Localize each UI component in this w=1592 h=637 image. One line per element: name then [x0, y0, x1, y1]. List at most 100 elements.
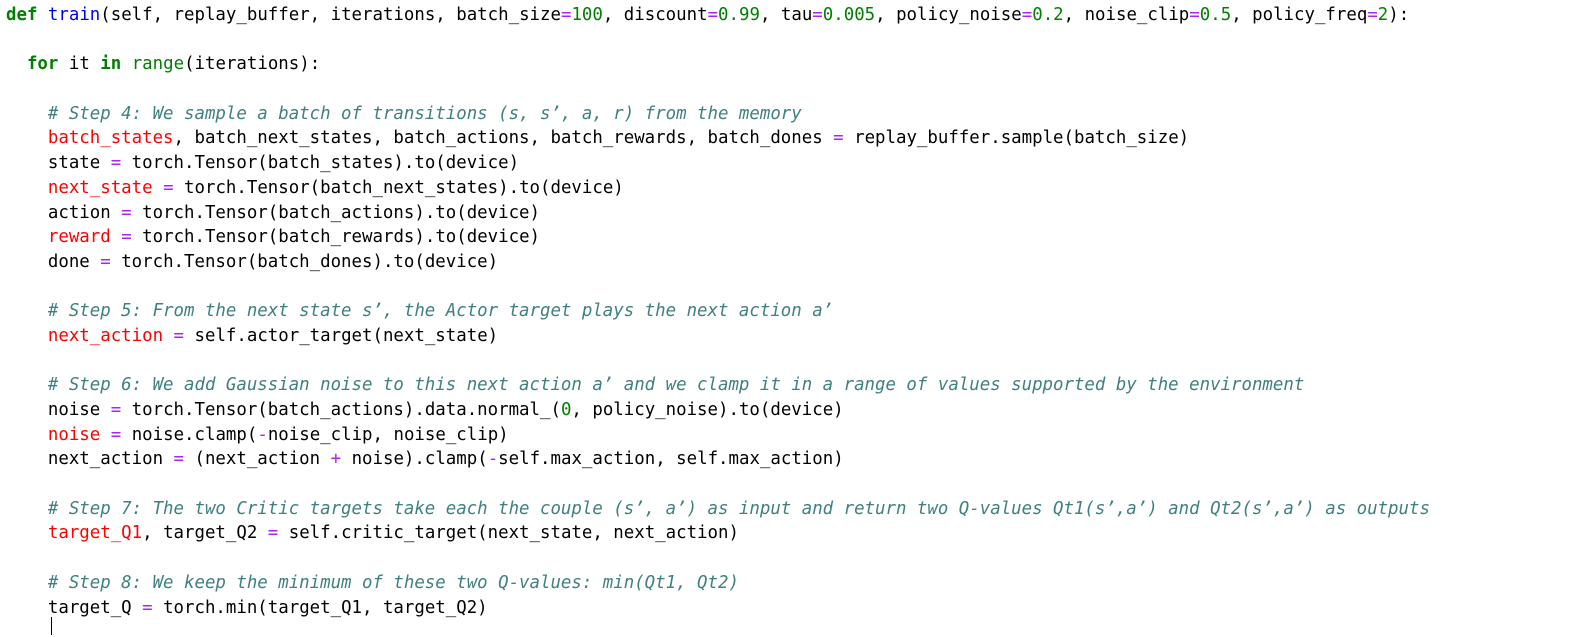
code-line[interactable]: [6, 275, 1430, 300]
code-token: torch.min(target_Q1, target_Q2): [152, 597, 488, 618]
code-operator: =: [121, 202, 132, 223]
code-operator: =: [142, 597, 153, 618]
code-line[interactable]: target_Q = torch.min(target_Q1, target_Q…: [6, 596, 1430, 621]
code-line[interactable]: # Step 4: We sample a batch of transitio…: [6, 102, 1430, 127]
code-operator: =: [173, 449, 185, 470]
code-token: , target_Q2: [142, 523, 268, 544]
code-token: self.critic_target(next_state, next_acti…: [278, 523, 739, 544]
code-number: 0: [560, 400, 572, 420]
code-operator: -: [487, 449, 499, 470]
code-operator: +: [330, 449, 342, 470]
code-highlighted-variable: next_action: [47, 325, 164, 346]
code-token: target_Q: [6, 597, 143, 618]
code-function-name: train: [47, 5, 101, 25]
code-line[interactable]: # Step 7: The two Critic targets take ea…: [6, 497, 1430, 522]
code-line[interactable]: def train(self, replay_buffer, iteration…: [6, 3, 1430, 28]
code-token: (self, replay_buffer, iterations, batch_…: [100, 5, 561, 25]
code-operator: =: [100, 251, 111, 272]
code-editor[interactable]: def train(self, replay_buffer, iteration…: [0, 0, 1592, 637]
code-operator: =: [1189, 5, 1200, 25]
code-line[interactable]: batch_states, batch_next_states, batch_a…: [6, 126, 1430, 151]
code-token: (iterations):: [184, 54, 321, 75]
code-comment: # Step 4: We sample a batch of transitio…: [47, 103, 802, 124]
code-token: torch.Tensor(batch_states).to(device): [121, 153, 520, 174]
code-area[interactable]: def train(self, replay_buffer, iteration…: [6, 3, 1430, 620]
code-line[interactable]: # Step 5: From the next state s’, the Ac…: [6, 299, 1430, 324]
code-token: noise).clamp(: [341, 449, 488, 470]
code-line[interactable]: [6, 77, 1430, 102]
code-line[interactable]: [6, 546, 1430, 571]
code-line[interactable]: noise = noise.clamp(-noise_clip, noise_c…: [6, 423, 1430, 448]
code-number: 0.2: [1032, 5, 1064, 25]
code-operator: =: [267, 523, 279, 544]
code-line[interactable]: [6, 349, 1430, 374]
code-builtin: range: [131, 54, 185, 75]
code-line[interactable]: state = torch.Tensor(batch_states).to(de…: [6, 151, 1430, 176]
code-operator: =: [163, 177, 174, 198]
code-operator: =: [560, 5, 572, 25]
code-line[interactable]: noise = torch.Tensor(batch_actions).data…: [6, 398, 1430, 423]
code-token: noise_clip, noise_clip): [267, 424, 509, 445]
code-comment: # Step 8: We keep the minimum of these t…: [47, 572, 739, 593]
code-number: 2: [1377, 5, 1389, 25]
code-line[interactable]: [6, 472, 1430, 497]
code-operator: =: [110, 153, 122, 174]
code-line[interactable]: reward = torch.Tensor(batch_rewards).to(…: [6, 225, 1430, 250]
code-operator: =: [833, 128, 844, 149]
code-highlighted-variable: next_state: [47, 177, 153, 198]
code-token: next_action: [6, 449, 174, 470]
code-line[interactable]: next_action = self.actor_target(next_sta…: [6, 324, 1430, 349]
code-number: 0.99: [718, 5, 760, 25]
code-line[interactable]: next_action = (next_action + noise).clam…: [6, 447, 1430, 472]
code-token: , tau: [759, 5, 813, 25]
code-token: torch.Tensor(batch_actions).to(device): [131, 202, 540, 223]
code-token: it: [58, 54, 101, 75]
code-line[interactable]: action = torch.Tensor(batch_actions).to(…: [6, 201, 1430, 226]
code-line[interactable]: next_state = torch.Tensor(batch_next_sta…: [6, 176, 1430, 201]
code-line[interactable]: target_Q1, target_Q2 = self.critic_targe…: [6, 521, 1430, 546]
code-highlighted-variable: target_Q1: [47, 523, 143, 544]
text-cursor: [51, 617, 52, 635]
code-comment: # Step 5: From the next state s’, the Ac…: [47, 301, 834, 322]
code-keyword: in: [100, 54, 122, 75]
code-token: torch.Tensor(batch_rewards).to(device): [131, 227, 541, 248]
code-highlighted-variable: batch_states: [47, 128, 174, 149]
code-line[interactable]: for it in range(iterations):: [6, 52, 1430, 77]
code-token: noise: [6, 400, 111, 420]
code-token: , policy_freq: [1231, 5, 1368, 25]
code-token: , policy_noise).to(device): [571, 400, 844, 420]
code-token: self.actor_target(next_state): [184, 325, 499, 346]
code-operator: =: [707, 5, 719, 25]
code-token: noise.clamp(: [121, 424, 258, 445]
code-token: replay_buffer.sample(batch_size): [843, 128, 1190, 149]
code-token: torch.Tensor(batch_dones).to(device): [110, 251, 499, 272]
code-line[interactable]: # Step 8: We keep the minimum of these t…: [6, 571, 1430, 596]
code-token: , batch_next_states, batch_actions, batc…: [173, 128, 834, 149]
code-line[interactable]: # Step 6: We add Gaussian noise to this …: [6, 373, 1430, 398]
code-number: 0.5: [1199, 5, 1232, 25]
code-comment: # Step 7: The two Critic targets take ea…: [47, 498, 1430, 519]
code-token: ):: [1388, 5, 1410, 25]
code-operator: =: [1367, 5, 1378, 25]
code-highlighted-variable: noise: [47, 424, 101, 445]
code-operator: =: [812, 5, 823, 25]
code-operator: =: [121, 227, 132, 248]
code-comment: # Step 6: We add Gaussian noise to this …: [47, 375, 1305, 396]
code-operator: =: [110, 400, 122, 420]
code-token: , policy_noise: [875, 5, 1022, 25]
code-line[interactable]: done = torch.Tensor(batch_dones).to(devi…: [6, 250, 1430, 275]
code-keyword: def: [6, 5, 38, 25]
code-line[interactable]: [6, 28, 1430, 53]
